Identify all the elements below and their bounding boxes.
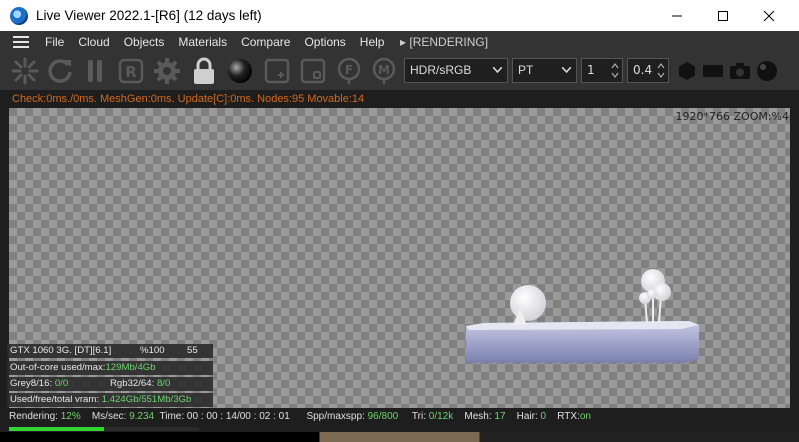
close-button[interactable] xyxy=(746,0,792,31)
tri-label: Tri: xyxy=(411,411,426,422)
kernel-select-value: PT xyxy=(518,63,534,77)
time-label: Time: xyxy=(159,411,185,422)
ms-label: Ms/sec: xyxy=(91,411,127,422)
value-spinbox[interactable]: 0.4 xyxy=(627,58,669,83)
chevron-down-icon xyxy=(493,67,502,73)
rgb-label: Rgb32/64: xyxy=(110,378,155,389)
render-status-text: ▸ [RENDERING] xyxy=(400,35,489,49)
gpu-load: %100 xyxy=(140,345,165,356)
region-r-icon[interactable]: R xyxy=(116,56,146,86)
hair-value: 0 xyxy=(540,411,547,422)
gpu-temp: 55 xyxy=(187,345,198,356)
vram-stat: Used/free/total vram: 1.424Gb/551Mb/3Gb xyxy=(7,393,213,407)
app-logo-icon xyxy=(10,6,28,25)
svg-text:R: R xyxy=(125,63,137,81)
svg-text:F: F xyxy=(345,63,353,77)
toolbar: R F M HDR/sRGB PT 1 0.4 xyxy=(0,53,799,90)
small-box-icon[interactable] xyxy=(298,56,328,86)
rendered-scene xyxy=(466,269,699,363)
render-progress-fill xyxy=(9,427,104,431)
focus-f-icon[interactable]: F xyxy=(334,56,364,86)
spp-label: Spp/maxspp: xyxy=(306,411,365,422)
menu-materials[interactable]: Materials xyxy=(171,35,234,49)
samples-spinbox-value: 1 xyxy=(587,63,595,77)
film-icon[interactable] xyxy=(698,56,728,86)
grey-label: Grey8/16: xyxy=(10,378,53,389)
rendering-value: 12% xyxy=(60,411,81,422)
chevron-down-icon xyxy=(562,67,571,73)
hamburger-menu-icon[interactable] xyxy=(13,36,29,48)
samples-spinbox[interactable]: 1 xyxy=(581,58,623,83)
vram-label: Used/free/total vram: xyxy=(10,394,100,405)
tonemap-select-value: HDR/sRGB xyxy=(410,63,472,77)
refresh-icon[interactable] xyxy=(45,56,75,86)
close-icon xyxy=(763,10,775,21)
out-of-core-value: 129Mb/4Gb xyxy=(105,362,156,373)
maximize-button[interactable] xyxy=(700,0,746,31)
mesh-label: Mesh: xyxy=(464,411,492,422)
menu-objects[interactable]: Objects xyxy=(117,35,172,49)
camera-icon[interactable] xyxy=(725,56,755,86)
maximize-icon xyxy=(718,10,728,21)
grey-value: 0/0 xyxy=(54,378,69,389)
vram-value: 1.424Gb/551Mb/3Gb xyxy=(101,394,192,405)
ms-value: 9.234 xyxy=(129,411,155,422)
gpu-name: GTX 1060 3G. [DT][6.1] xyxy=(10,345,112,356)
tonemap-select[interactable]: HDR/sRGB xyxy=(404,58,508,83)
pause-icon[interactable] xyxy=(80,56,110,86)
kernel-select[interactable]: PT xyxy=(512,58,577,83)
texture-stat: Grey8/16: 0/0 Rgb32/64: 8/0 xyxy=(7,377,213,391)
svg-text:M: M xyxy=(378,63,390,77)
menu-compare[interactable]: Compare xyxy=(234,35,297,49)
spin-arrows-icon[interactable] xyxy=(657,62,665,79)
rtx-label: RTX: xyxy=(557,411,580,422)
out-of-core-stat: Out-of-core used/max:129Mb/4Gb xyxy=(7,361,213,375)
tri-value: 0/12k xyxy=(428,411,454,422)
hair-label: Hair: xyxy=(516,411,538,422)
menu-bar: File Cloud Objects Materials Compare Opt… xyxy=(0,31,799,53)
lock-icon[interactable] xyxy=(189,56,219,86)
rendering-label: Rendering: xyxy=(9,411,58,422)
minimize-icon xyxy=(672,15,682,16)
menu-cloud[interactable]: Cloud xyxy=(71,35,116,49)
live-viewer-window: Live Viewer 2022.1-[R6] (12 days left) F… xyxy=(0,0,799,442)
status-text: Rendering: 12% Ms/sec: 9.234 Time: 00 : … xyxy=(9,411,591,422)
menu-file[interactable]: File xyxy=(38,35,71,49)
rtx-value: on xyxy=(579,411,591,422)
spin-arrows-icon[interactable] xyxy=(611,62,619,79)
timing-info-line: Check:0ms./0ms. MeshGen:0ms. Update[C]:0… xyxy=(0,90,799,108)
rgb-value: 8/0 xyxy=(156,378,171,389)
material-sphere-icon[interactable] xyxy=(225,56,255,86)
render-progress-bar xyxy=(9,427,199,431)
add-box-icon[interactable] xyxy=(262,56,292,86)
time-value: 00 : 00 : 14/00 : 02 : 01 xyxy=(186,411,290,422)
marker-m-icon[interactable]: M xyxy=(369,56,399,86)
desktop-edge-strip xyxy=(0,432,799,442)
spp-value: 96/800 xyxy=(367,411,399,422)
window-title: Live Viewer 2022.1-[R6] (12 days left) xyxy=(36,8,262,23)
settings-gear-icon[interactable] xyxy=(152,56,182,86)
title-bar[interactable]: Live Viewer 2022.1-[R6] (12 days left) xyxy=(0,0,799,31)
value-spinbox-value: 0.4 xyxy=(633,63,653,77)
out-of-core-label: Out-of-core used/max: xyxy=(10,362,106,373)
render-restart-icon[interactable] xyxy=(10,56,40,86)
menu-help[interactable]: Help xyxy=(353,35,392,49)
minimize-button[interactable] xyxy=(654,0,700,31)
gpu-stat: GTX 1060 3G. [DT][6.1] %100 55 xyxy=(7,344,213,358)
sphere-preview-icon[interactable] xyxy=(752,56,782,86)
menu-options[interactable]: Options xyxy=(297,35,352,49)
mesh-value: 17 xyxy=(494,411,506,422)
resolution-zoom-label: 1920*766 ZOOM:%40 xyxy=(675,110,790,123)
